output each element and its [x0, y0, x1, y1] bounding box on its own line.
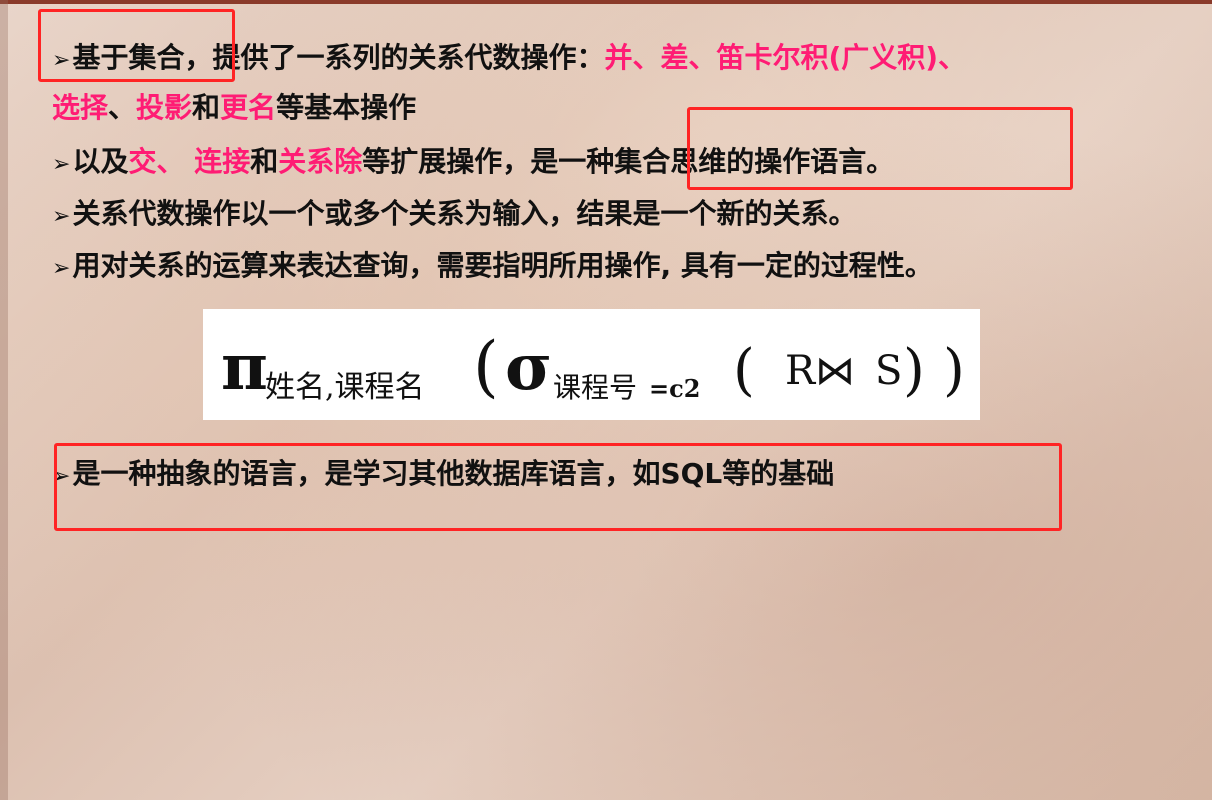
also-text: 以及: [72, 145, 129, 178]
bullet-line-procedural: ➢用对关系的运算来表达查询，需要指明所用操作, 具有一定的过程性。: [52, 248, 933, 287]
basic-ops-tail: 等基本操作: [276, 91, 417, 124]
rename-op: 更名: [220, 91, 277, 124]
bullet-arrow-icon: ➢: [52, 256, 71, 281]
procedural-text: 用对关系的运算来表达查询，需要指明所用操作, 具有一定的过程性。: [72, 249, 933, 282]
annotation-box-set-thinking: [687, 107, 1073, 190]
project-op: 投影: [136, 91, 193, 124]
relation-r: R: [785, 348, 817, 394]
input-output-text: 关系代数操作以一个或多个关系为输入，结果是一个新的关系。: [72, 197, 857, 230]
sigma-symbol: σ: [505, 330, 552, 405]
basic-ops-line: 选择、投影和更名等基本操作: [52, 90, 416, 126]
bullet-arrow-icon: ➢: [52, 204, 71, 229]
bullet-line-input-output: ➢关系代数操作以一个或多个关系为输入，结果是一个新的关系。: [52, 196, 856, 235]
open-paren-outer: (: [473, 328, 499, 405]
annotation-box-set-based: [38, 9, 235, 82]
relation-s: S: [875, 348, 902, 394]
annotation-box-foundation: [54, 443, 1062, 531]
and-text: 和: [250, 145, 279, 178]
basic-ops-highlight: 并、差、笛卡尔积(广义积)、: [604, 41, 967, 74]
bullet-arrow-icon: ➢: [52, 152, 71, 177]
close-paren-outer: ): [943, 338, 965, 403]
sigma-subscript-cn: 课程号: [553, 371, 637, 404]
sigma-subscript-eq: =c2: [649, 374, 700, 403]
pi-subscript: 姓名,课程名: [265, 370, 425, 405]
left-edge-shade: [0, 0, 8, 800]
natural-join-symbol: ⋈: [815, 348, 855, 394]
separator: 、: [108, 91, 137, 124]
open-paren-inner: (: [733, 338, 755, 403]
ops-intro-text: ，提供了一系列的关系代数操作：: [184, 41, 605, 74]
close-paren-inner: ): [903, 338, 925, 403]
and-text: 和: [192, 91, 221, 124]
division-op: 关系除: [278, 145, 363, 178]
relational-algebra-formula: π 姓名,课程名 ( σ 课程号 =c2 ( R ⋈ S ) ): [203, 309, 980, 420]
formula-svg: π 姓名,课程名 ( σ 课程号 =c2 ( R ⋈ S ) ): [221, 328, 965, 405]
select-op: 选择: [52, 91, 109, 124]
intersect-join-op: 交、 连接: [128, 145, 251, 178]
pi-symbol: π: [221, 330, 268, 405]
top-border: [0, 0, 1212, 4]
